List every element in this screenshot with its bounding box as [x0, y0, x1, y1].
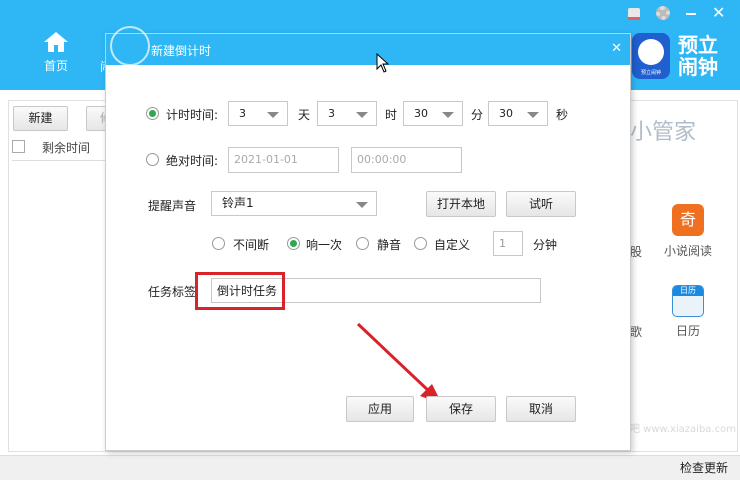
repeat-custom-radio[interactable] — [414, 237, 427, 250]
nav-home-label: 首页 — [43, 59, 68, 73]
absolute-date-input[interactable]: 2021-01-01 — [228, 147, 339, 173]
repeat-mute-radio[interactable] — [356, 237, 369, 250]
clock-icon — [110, 26, 150, 66]
cancel-button[interactable]: 取消 — [506, 396, 576, 422]
custom-minutes-input[interactable]: 1 — [493, 231, 523, 256]
close-app-icon[interactable]: ✕ — [712, 3, 725, 22]
dialog-close-icon[interactable]: ✕ — [611, 41, 622, 56]
calendar-icon: 日历 — [672, 285, 704, 317]
sound-select[interactable]: 铃声1 — [211, 191, 377, 216]
countdown-label: 计时时间: — [166, 108, 219, 122]
repeat-once-label: 响一次 — [306, 238, 343, 252]
dialog-title: 新建倒计时 — [151, 44, 212, 58]
check-update-link[interactable]: 检查更新 — [680, 459, 728, 476]
gear-icon[interactable] — [656, 6, 670, 20]
logo-text: 预立 闹钟 — [678, 33, 718, 79]
hours-unit: 时 — [385, 108, 398, 122]
task-label: 任务标签 — [148, 285, 197, 299]
days-select[interactable]: 3 — [228, 101, 288, 126]
status-bar — [0, 455, 740, 480]
custom-unit: 分钟 — [533, 238, 558, 252]
minutes-unit: 分 — [471, 108, 484, 122]
minimize-icon[interactable] — [686, 13, 696, 15]
absolute-label: 绝对时间: — [166, 154, 219, 168]
col-remaining: 剩余时间 — [42, 141, 91, 155]
seconds-select[interactable]: 30 — [488, 101, 548, 126]
nav-home[interactable]: 首页 — [38, 30, 74, 74]
absolute-time-input[interactable]: 00:00:00 — [351, 147, 462, 173]
days-unit: 天 — [298, 108, 311, 122]
new-button[interactable]: 新建 — [13, 106, 68, 131]
home-icon — [44, 32, 68, 52]
apply-button[interactable]: 应用 — [346, 396, 414, 422]
novel-icon: 奇 — [672, 204, 704, 236]
hours-select[interactable]: 3 — [317, 101, 377, 126]
sound-label: 提醒声音 — [148, 199, 197, 213]
partial-app-2[interactable]: 歌 — [630, 323, 642, 340]
repeat-once-radio[interactable] — [287, 237, 300, 250]
open-local-button[interactable]: 打开本地 — [426, 191, 496, 217]
absolute-radio[interactable] — [146, 153, 159, 166]
seconds-unit: 秒 — [556, 108, 569, 122]
preview-button[interactable]: 试听 — [506, 191, 576, 217]
logo-icon: 预立闹钟 — [632, 33, 670, 79]
highlight-box — [195, 272, 285, 310]
repeat-custom-label: 自定义 — [434, 238, 471, 252]
select-all-checkbox[interactable] — [12, 140, 25, 153]
countdown-radio[interactable] — [146, 107, 159, 120]
divider — [12, 160, 112, 161]
save-button[interactable]: 保存 — [426, 396, 496, 422]
repeat-continuous-radio[interactable] — [212, 237, 225, 250]
mouse-cursor-icon — [376, 53, 390, 73]
app-calendar[interactable]: 日历 日历 — [662, 285, 714, 339]
repeat-mute-label: 静音 — [377, 238, 402, 252]
repeat-continuous-label: 不间断 — [233, 238, 270, 252]
app-novel[interactable]: 奇 小说阅读 — [662, 204, 714, 259]
skin-icon[interactable] — [628, 8, 640, 20]
minutes-select[interactable]: 30 — [403, 101, 463, 126]
